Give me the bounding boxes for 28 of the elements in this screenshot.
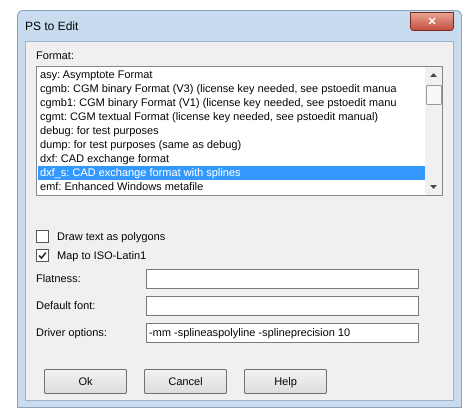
checkbox[interactable] (36, 249, 49, 262)
format-item[interactable]: dxf: CAD exchange format (38, 152, 425, 166)
scroll-thumb[interactable] (426, 85, 442, 105)
scrollbar[interactable] (425, 67, 442, 195)
input-field[interactable] (146, 296, 419, 316)
field-label: Flatness: (36, 273, 82, 285)
format-item[interactable]: asy: Asymptote Format (38, 68, 425, 82)
format-item[interactable]: dump: for test purposes (same as debug) (38, 138, 425, 152)
scroll-down-icon[interactable] (430, 185, 437, 189)
format-item[interactable]: cgmb: CGM binary Format (V3) (license key needed, see pstoedit manua (38, 82, 425, 96)
scroll-up-icon[interactable] (430, 73, 437, 77)
checkbox-label: Map to ISO-Latin1 (57, 250, 146, 262)
dialog-button[interactable]: Ok (44, 369, 127, 394)
format-list[interactable] (36, 66, 443, 196)
field-label: Driver options: (36, 327, 108, 339)
format-item[interactable]: cgmt: CGM textual Format (license key needed, see pstoedit manual) (38, 110, 425, 124)
format-item[interactable]: debug: for test purposes (38, 124, 425, 138)
field-label: Default font: (36, 300, 96, 312)
input-field[interactable] (146, 269, 419, 289)
format-label: Format: (36, 50, 75, 62)
format-item[interactable]: emf: Enhanced Windows metafile (38, 180, 425, 194)
dialog-button[interactable]: Cancel (144, 369, 227, 394)
window-title: PS to Edit (25, 19, 78, 33)
input-field[interactable]: -mm -splineaspolyline -splineprecision 10 (146, 323, 419, 343)
dialog-button[interactable]: Help (244, 369, 327, 394)
format-item[interactable]: cgmb1: CGM binary Format (V1) (license key needed, see pstoedit manu (38, 96, 425, 110)
checkbox[interactable] (36, 230, 49, 243)
checkbox-label: Draw text as polygons (57, 230, 166, 242)
